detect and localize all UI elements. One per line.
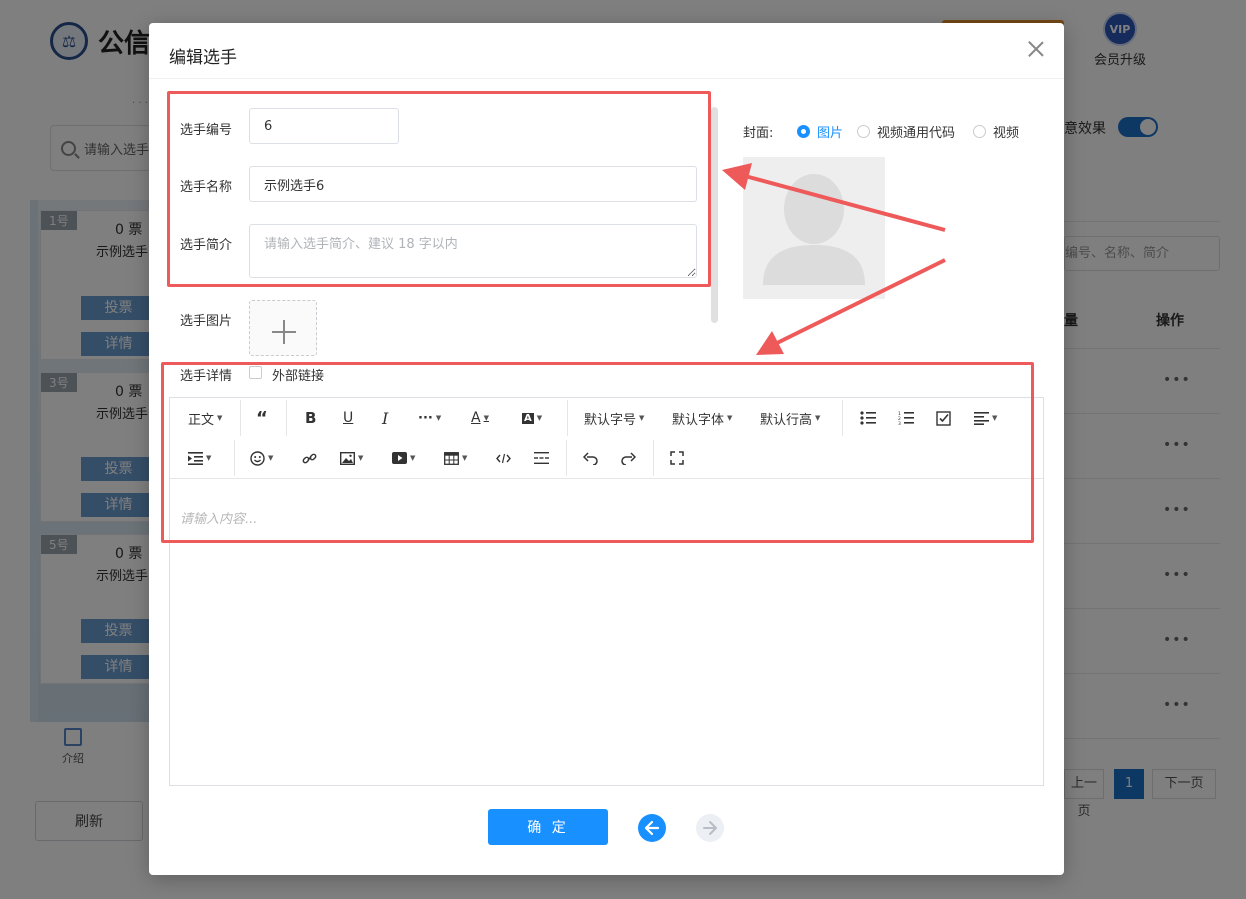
fullscreen-icon[interactable] [670,448,684,468]
toolbar-separator [567,400,568,436]
align-dropdown[interactable]: ▼ [974,408,997,428]
player-intro-textarea[interactable] [249,224,697,278]
player-number-input[interactable] [249,108,399,144]
font-family-dropdown[interactable]: 默认字体 ▼ [672,408,732,428]
paragraph-style-dropdown[interactable]: 正文 ▼ [188,408,222,428]
player-image-label: 选手图片 [180,314,233,329]
arrow-right-icon [703,821,717,835]
player-name-input[interactable] [249,166,697,202]
underline-icon[interactable]: U [343,408,353,428]
cover-option-label: 图片 [817,126,844,141]
more-styles-dropdown[interactable]: ··· ▼ [418,408,441,428]
previous-player-button[interactable] [638,814,666,842]
user-silhouette-icon [763,174,865,285]
modal-title: 编辑选手 [169,48,237,68]
cover-label: 封面: [743,126,774,141]
toolbar-separator [566,440,567,476]
player-number-label: 选手编号 [180,123,233,138]
toolbar-separator [240,400,241,436]
editor-content-area[interactable]: 请输入内容... [180,508,257,527]
modal-header: 编辑选手 [149,23,1064,79]
indent-dropdown[interactable]: ▼ [188,448,211,468]
cover-option-video[interactable]: 视频 [973,122,1019,141]
emoji-dropdown[interactable]: ▼ [250,448,273,468]
numbered-list-icon[interactable]: 123 [898,408,914,428]
toolbar-separator [842,400,843,436]
background-color-dropdown[interactable]: A ▼ [522,408,542,428]
quote-icon[interactable]: “ [256,408,268,429]
next-player-button[interactable] [696,814,724,842]
player-name-label: 选手名称 [180,180,233,195]
plus-icon [272,320,296,344]
player-detail-label: 选手详情 [180,369,233,384]
cover-option-image[interactable]: 图片 [797,122,843,141]
font-color-dropdown[interactable]: A ▼ [471,408,489,428]
confirm-button[interactable]: 确 定 [488,809,608,845]
cover-option-label: 视频通用代码 [877,126,956,141]
cover-avatar-placeholder [743,157,885,299]
external-link-label: 外部链接 [272,369,325,384]
redo-icon[interactable] [621,448,636,468]
font-size-dropdown[interactable]: 默认字号 ▼ [584,408,644,428]
radio-icon [973,125,986,138]
undo-icon[interactable] [583,448,598,468]
image-upload-button[interactable] [249,300,317,356]
form-scrollbar[interactable] [711,107,718,323]
italic-icon[interactable]: I [382,408,388,428]
external-link-checkbox[interactable] [249,366,262,379]
toolbar-separator [286,400,287,436]
radio-icon [857,125,870,138]
link-icon[interactable] [302,448,317,468]
svg-text:3: 3 [898,421,901,425]
divider-line-icon[interactable] [534,448,549,468]
image-dropdown[interactable]: ▼ [340,448,363,468]
line-height-dropdown[interactable]: 默认行高 ▼ [760,408,820,428]
arrow-left-icon [644,820,660,836]
code-icon[interactable] [496,448,511,468]
close-icon[interactable] [1026,39,1046,59]
bold-icon[interactable]: B [305,408,316,428]
rich-text-editor: 正文 ▼ “ B U I ··· ▼ A ▼ A ▼ 默认字号 ▼ 默认字体 ▼ 默认行高 ▼ [169,397,1044,786]
edit-player-modal: 编辑选手 选手编号 选手名称 选手简介 选手图片 选手详情 外部链接 封面: 图… [149,23,1064,875]
player-intro-label: 选手简介 [180,238,233,253]
todo-checkbox-icon[interactable] [936,408,951,428]
toolbar-row: 正文 ▼ “ B U I ··· ▼ A ▼ A ▼ 默认字号 ▼ 默认字体 ▼ 默认行高 ▼ [170,398,1043,438]
toolbar-separator [653,440,654,476]
cover-option-label: 视频 [993,126,1020,141]
toolbar-separator [234,440,235,476]
editor-toolbar: 正文 ▼ “ B U I ··· ▼ A ▼ A ▼ 默认字号 ▼ 默认字体 ▼ 默认行高 ▼ [170,398,1043,479]
bullet-list-icon[interactable] [860,408,876,428]
cover-option-video-code[interactable]: 视频通用代码 [857,122,955,141]
toolbar-row: ▼ ▼ ▼ ▼ ▼ [170,438,1043,478]
video-dropdown[interactable]: ▼ [392,448,415,468]
table-dropdown[interactable]: ▼ [444,448,467,468]
radio-icon [797,125,810,138]
